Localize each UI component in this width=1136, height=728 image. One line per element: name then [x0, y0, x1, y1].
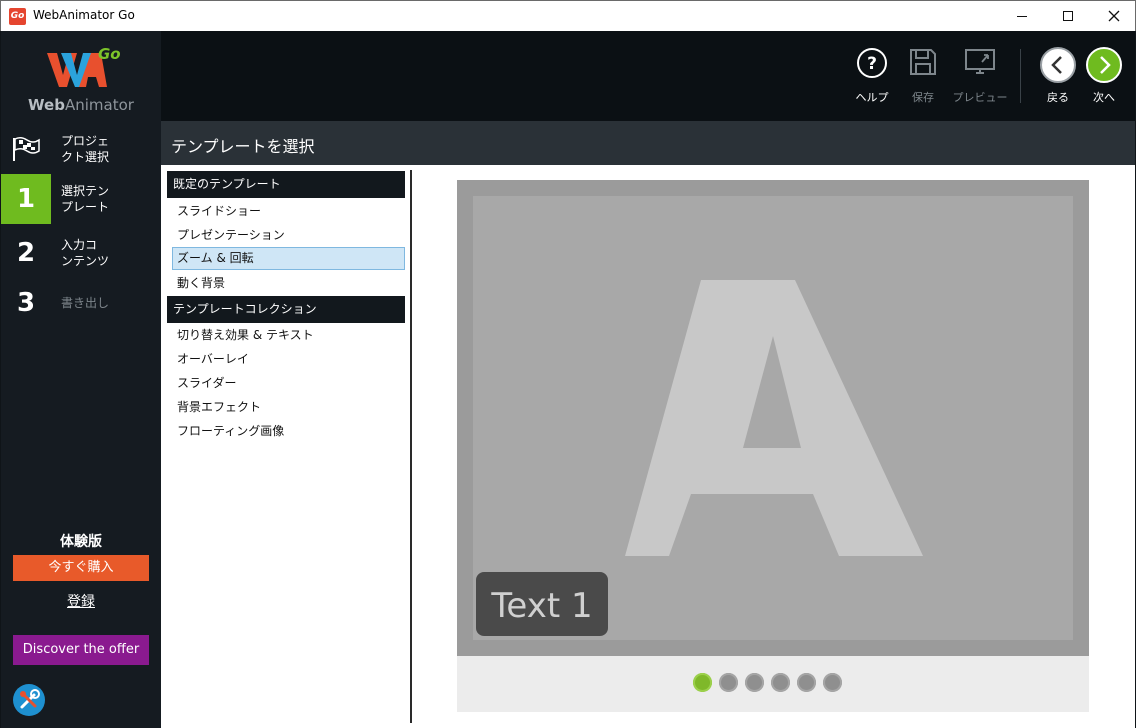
tools-icon	[20, 689, 40, 709]
next-arrow-icon	[1086, 47, 1122, 83]
template-item-transitions-text[interactable]: 切り替え効果 & テキスト	[172, 324, 405, 347]
register-link[interactable]: 登録	[1, 591, 161, 611]
trial-label: 体験版	[60, 534, 102, 550]
template-item-slider[interactable]: スライダー	[172, 372, 405, 395]
slide-dot[interactable]	[823, 673, 842, 692]
template-item-overlay[interactable]: オーバーレイ	[172, 348, 405, 371]
minimize-button[interactable]	[999, 1, 1045, 31]
logo-mark: Go	[47, 45, 121, 87]
monitor-icon	[965, 49, 995, 74]
back-arrow-icon	[1040, 47, 1076, 83]
group-header-collection: テンプレートコレクション	[167, 296, 405, 323]
template-item-zoom-rotate[interactable]: ズーム & 回転	[172, 247, 405, 270]
template-item-slideshow[interactable]: スライドショー	[172, 200, 405, 223]
minimize-icon	[1017, 15, 1027, 17]
step-number: 3	[16, 288, 36, 318]
template-item-presentation[interactable]: プレゼンテーション	[172, 224, 405, 247]
logo-text: WebAnimator	[28, 96, 134, 114]
window-title: WebAnimator Go	[33, 8, 135, 22]
caption-text: Text 1	[490, 586, 592, 626]
content-area: 既定のテンプレート スライドショー プレゼンテーション ズーム & 回転 動く背…	[161, 165, 1135, 728]
template-preview: Text 1	[457, 180, 1089, 712]
panel-divider	[410, 170, 412, 723]
toolbar-divider	[1020, 49, 1021, 103]
slide-dot[interactable]	[771, 673, 790, 692]
help-icon: ?	[857, 48, 887, 78]
title-bar: Go WebAnimator Go	[0, 0, 1136, 31]
step-number: 1	[1, 174, 51, 224]
step-export[interactable]: 3 書き出し	[1, 278, 161, 328]
step-number: 2	[16, 238, 36, 268]
step-input-content[interactable]: 2 入力コ ンテンツ	[1, 228, 161, 278]
svg-text:?: ?	[867, 54, 877, 74]
close-icon	[1108, 10, 1120, 22]
sidebar: Go WebAnimator プロジェ クト選択 1 選択テン プレート 2 入力コ…	[1, 31, 161, 728]
page-title: テンプレートを選択	[171, 137, 315, 156]
toolbar: ? ヘルプ 保存 プレビュー 戻る 次へ	[161, 31, 1135, 121]
save-icon	[910, 49, 936, 75]
logo: Go WebAnimator	[1, 39, 161, 119]
group-header-default: 既定のテンプレート	[167, 171, 405, 198]
save-button[interactable]: 保存	[893, 47, 953, 105]
preview-button[interactable]: プレビュー	[950, 47, 1010, 105]
template-item-bg-effect[interactable]: 背景エフェクト	[172, 396, 405, 419]
svg-text:Go: Go	[98, 45, 121, 63]
step-project-select[interactable]: プロジェ クト選択	[1, 124, 161, 174]
slide-dot[interactable]	[797, 673, 816, 692]
slide-dot[interactable]	[745, 673, 764, 692]
section-header: テンプレートを選択	[161, 121, 1135, 165]
flag-icon	[1, 124, 51, 174]
maximize-icon	[1063, 11, 1073, 21]
close-button[interactable]	[1091, 1, 1136, 31]
slide-dot[interactable]	[693, 673, 712, 692]
preview-slide: Text 1	[473, 196, 1073, 640]
template-item-moving-bg[interactable]: 動く背景	[172, 272, 405, 295]
discover-offer-button[interactable]: Discover the offer	[13, 635, 149, 665]
maximize-button[interactable]	[1045, 1, 1091, 31]
template-list: 既定のテンプレート スライドショー プレゼンテーション ズーム & 回転 動く背…	[161, 165, 411, 728]
buy-now-button[interactable]: 今すぐ購入	[13, 555, 149, 581]
tools-button[interactable]	[13, 684, 45, 716]
preview-letter-graphic: Text 1	[476, 280, 923, 636]
step-select-template[interactable]: 1 選択テン プレート	[1, 174, 161, 224]
app-icon: Go	[9, 8, 26, 25]
slide-dot[interactable]	[719, 673, 738, 692]
preview-stage: Text 1	[457, 180, 1089, 656]
template-item-floating-image[interactable]: フローティング画像	[172, 420, 405, 443]
next-button[interactable]: 次へ	[1074, 47, 1134, 105]
